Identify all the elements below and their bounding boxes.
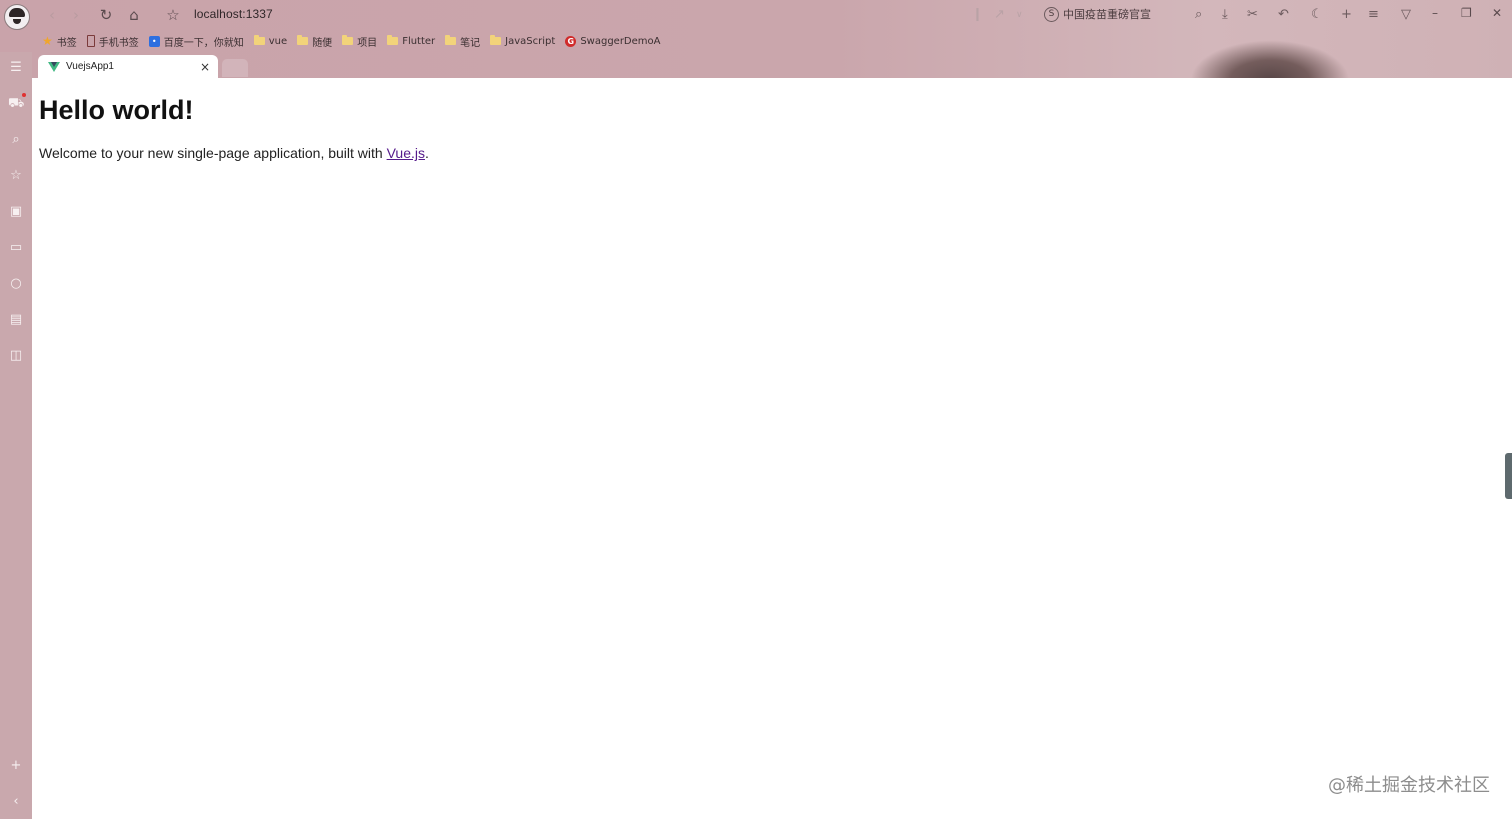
bookmarks-bar: ★ 书签 手机书签 • 百度一下，你就知 vue 随便 项目 Flutter 笔… (42, 33, 660, 49)
shirt-icon[interactable]: ▽ (1401, 5, 1411, 25)
bookmark-item[interactable]: ★ 书签 (42, 34, 77, 49)
bookmark-item[interactable]: G SwaggerDemoA (565, 35, 660, 47)
address-bar[interactable]: localhost:1337 (194, 7, 273, 21)
forward-icon[interactable]: › (66, 5, 86, 25)
bookmark-folder[interactable]: vue (253, 35, 287, 47)
folder-icon (490, 35, 502, 45)
new-tab-button[interactable] (222, 59, 248, 77)
download-icon[interactable]: ⤓ (1222, 5, 1228, 25)
star-icon[interactable]: ☆ (8, 168, 24, 184)
watermark: @稀土掘金技术社区 (1328, 775, 1490, 796)
star-icon: ★ (42, 34, 53, 48)
search-icon[interactable]: ⌕ (8, 132, 24, 148)
bookmark-folder[interactable]: 笔记 (445, 34, 480, 49)
bookmark-folder[interactable]: 随便 (297, 34, 332, 49)
reader-icon[interactable]: ◫ (8, 348, 24, 364)
search-suggestion[interactable]: S 中国疫苗重磅官宣 (1044, 6, 1151, 22)
collapse-icon[interactable]: ‹ (8, 794, 24, 810)
close-tab-icon[interactable]: × (200, 60, 210, 74)
welcome-text: Welcome to your new single-page applicat… (39, 145, 429, 161)
video-icon[interactable]: ▣ (8, 204, 24, 220)
folder-icon (445, 35, 457, 45)
bookmark-item[interactable]: 手机书签 (86, 34, 139, 49)
welcome-prefix: Welcome to your new single-page applicat… (39, 145, 387, 161)
plus-icon[interactable]: + (8, 758, 24, 774)
scissors-icon[interactable]: ✂ (1247, 5, 1258, 25)
plus-icon[interactable]: + (1341, 5, 1352, 25)
share-icon[interactable]: ↗ (994, 5, 1005, 25)
edge-drag-handle[interactable] (1505, 453, 1512, 499)
restore-icon[interactable]: ❐ (1461, 6, 1472, 20)
browser-chrome: ‹ › ↻ ⌂ ☆ localhost:1337 ❙ ↗ ∨ S 中国疫苗重磅官… (0, 0, 1512, 120)
note-icon[interactable]: ☰ (8, 60, 24, 76)
swagger-icon: G (565, 35, 577, 47)
search-suggestion-text: 中国疫苗重磅官宣 (1063, 8, 1151, 21)
menu-icon[interactable]: ≡ (1368, 5, 1379, 25)
vuejs-link[interactable]: Vue.js (387, 145, 425, 161)
bookmark-item[interactable]: • 百度一下，你就知 (148, 34, 244, 49)
folder-icon (387, 35, 399, 45)
user-avatar[interactable] (4, 4, 30, 30)
night-mode-icon[interactable]: ☾ (1311, 5, 1323, 25)
home-icon[interactable]: ⌂ (124, 5, 144, 25)
translate-icon[interactable]: ▤ (8, 312, 24, 328)
ad-icon[interactable]: ▭ (8, 240, 24, 256)
cart-icon[interactable]: ⛟ (8, 96, 24, 112)
reader-mode-icon[interactable]: ❙ (972, 5, 983, 25)
bookmark-folder[interactable]: JavaScript (490, 35, 555, 47)
search-icon[interactable]: ⌕ (1195, 5, 1202, 25)
notification-dot (22, 93, 26, 97)
bookmark-folder[interactable]: Flutter (387, 35, 435, 47)
folder-icon (297, 35, 309, 45)
page-content: Hello world! Welcome to your new single-… (32, 78, 1512, 819)
left-sidebar: ☰ ⛟ ⌕ ☆ ▣ ▭ ○ ▤ ◫ + ‹ (0, 52, 32, 819)
folder-icon (253, 35, 265, 45)
folder-icon (342, 35, 354, 45)
tab-title: VuejsApp1 (66, 61, 114, 72)
baidu-paw-icon: • (148, 35, 160, 47)
close-window-icon[interactable]: ✕ (1492, 6, 1502, 20)
bookmark-folder[interactable]: 项目 (342, 34, 377, 49)
back-icon[interactable]: ‹ (42, 5, 62, 25)
bookmark-star-icon[interactable]: ☆ (163, 5, 183, 25)
chat-icon[interactable]: ○ (8, 276, 24, 292)
welcome-suffix: . (424, 145, 429, 161)
page-title: Hello world! (39, 95, 194, 125)
vue-logo-icon (48, 61, 60, 72)
undo-icon[interactable]: ↶ (1278, 5, 1289, 25)
search-engine-icon: S (1044, 6, 1059, 22)
phone-icon (86, 35, 95, 47)
tab-vuejsapp1[interactable]: VuejsApp1 × (38, 55, 218, 78)
minimize-icon[interactable]: – (1432, 6, 1438, 20)
reload-icon[interactable]: ↻ (96, 5, 116, 25)
chevron-down-icon[interactable]: ∨ (1016, 5, 1023, 25)
